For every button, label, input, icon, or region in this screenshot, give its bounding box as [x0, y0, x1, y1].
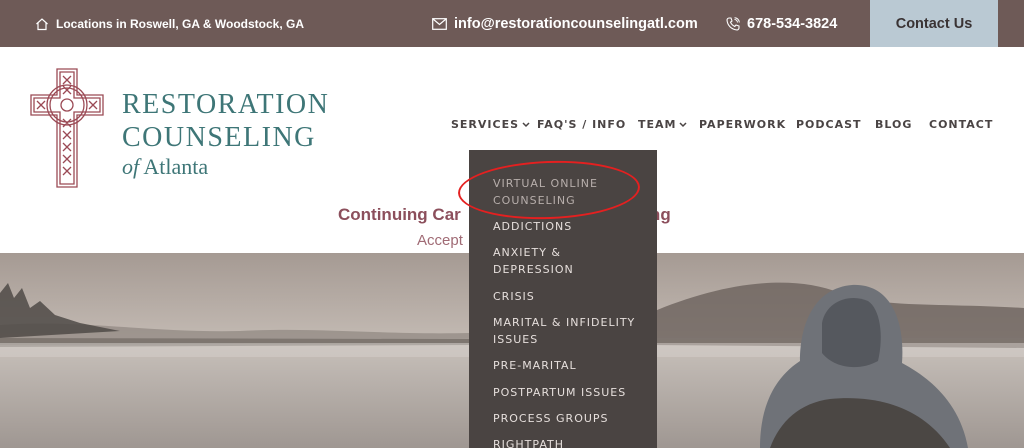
email-link[interactable]: info@restorationcounselingatl.com	[432, 0, 698, 47]
dropdown-item-virtual-online-counseling[interactable]: VIRTUAL ONLINE COUNSELING	[493, 175, 643, 209]
nav-podcast[interactable]: PODCAST	[796, 118, 862, 131]
nav-services-label: SERVICES	[451, 118, 520, 131]
mail-icon	[432, 17, 447, 30]
celtic-cross-icon[interactable]	[27, 67, 107, 189]
nav-paperwork[interactable]: PAPERWORK	[699, 118, 786, 131]
chevron-down-icon	[679, 121, 688, 127]
services-dropdown: VIRTUAL ONLINE COUNSELING ADDICTIONS ANX…	[469, 150, 657, 448]
nav-team-label: TEAM	[638, 118, 677, 131]
nav-contact[interactable]: CONTACT	[929, 118, 993, 131]
nav-podcast-label: PODCAST	[796, 118, 862, 131]
top-bar: Locations in Roswell, GA & Woodstock, GA…	[0, 0, 1024, 47]
logo-atlanta: Atlanta	[143, 154, 209, 179]
tagline-subheading: Accept	[417, 232, 463, 249]
dropdown-item-anxiety-depression[interactable]: ANXIETY & DEPRESSION	[493, 244, 643, 278]
dropdown-item-crisis[interactable]: CRISIS	[493, 288, 643, 305]
dropdown-item-process-groups[interactable]: PROCESS GROUPS	[493, 410, 643, 427]
nav-team[interactable]: TEAM	[638, 118, 688, 131]
location-text: Locations in Roswell, GA & Woodstock, GA	[56, 16, 305, 31]
logo-line-3: of Atlanta	[122, 154, 329, 180]
logo-line-2: COUNSELING	[122, 122, 316, 153]
nav-services[interactable]: SERVICES	[451, 118, 530, 131]
site-logo[interactable]: RESTORATION COUNSELING of Atlanta	[122, 88, 329, 180]
phone-text: 678-534-3824	[747, 15, 838, 32]
dropdown-item-addictions[interactable]: ADDICTIONS	[493, 218, 643, 235]
nav-blog[interactable]: BLOG	[875, 118, 912, 131]
dropdown-item-rightpath[interactable]: RIGHTPATH	[493, 436, 643, 448]
nav-paperwork-label: PAPERWORK	[699, 118, 787, 131]
nav-blog-label: BLOG	[875, 118, 913, 131]
logo-line-1: RESTORATION	[122, 89, 330, 120]
tagline-left: Continuing Car	[338, 205, 461, 224]
home-icon	[36, 17, 48, 30]
logo-of: of	[122, 154, 140, 179]
dropdown-item-postpartum[interactable]: POSTPARTUM ISSUES	[493, 384, 643, 401]
dropdown-item-pre-marital[interactable]: PRE-MARITAL	[493, 357, 643, 374]
nav-faqs[interactable]: FAQ'S / INFO	[537, 118, 626, 131]
chevron-down-icon	[522, 121, 530, 127]
email-text: info@restorationcounselingatl.com	[454, 15, 698, 32]
contact-us-button[interactable]: Contact Us	[870, 0, 998, 47]
nav-contact-label: CONTACT	[929, 118, 994, 131]
phone-icon	[726, 16, 740, 31]
location-info[interactable]: Locations in Roswell, GA & Woodstock, GA	[35, 0, 304, 47]
nav-faqs-label: FAQ'S / INFO	[537, 118, 627, 131]
dropdown-item-marital-infidelity[interactable]: MARITAL & INFIDELITY ISSUES	[493, 314, 643, 348]
phone-link[interactable]: 678-534-3824	[726, 0, 837, 47]
